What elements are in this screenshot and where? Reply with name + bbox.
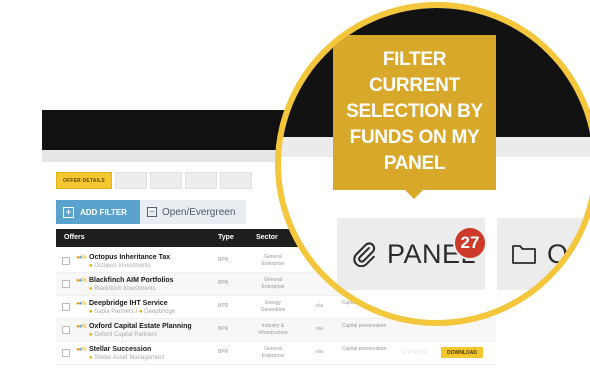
tooltip-line: SELECTION BY [346,101,483,122]
open-evergreen-label: Open/Evergreen [162,206,236,218]
folder-icon [512,245,536,264]
tooltip-line: FILTER [382,49,447,70]
offer-name[interactable]: Blackfinch AIM Portfolios [89,277,174,284]
status-dots-icon: ●●% [76,347,87,353]
offer-name[interactable]: Octopus Inheritance Tax [89,254,170,261]
offer-name[interactable]: Stellar Succession [89,346,151,353]
header-type[interactable]: Type [218,234,234,241]
add-filter-label: ADD FILTER [80,207,127,217]
open-evergreen-filter[interactable]: − Open/Evergreen [140,200,246,224]
offer-na: n/a [316,349,323,355]
offer-type: BPR [218,303,229,309]
download-button[interactable]: DOWNLOAD [441,347,483,358]
tooltip-arrow [404,189,424,199]
header-sector[interactable]: Sector [256,234,278,241]
tab-2[interactable] [115,172,147,189]
tab-3[interactable] [150,172,182,189]
magnified-view: FILTER CURRENT SELECTION BY FUNDS ON MY … [281,8,590,320]
plus-icon: + [63,206,74,218]
offer-sector: Industry & Infrastructure [258,323,288,336]
offer-sector: General Enterprise [261,346,285,359]
offer-manager: ● Stellar Asset Management [89,355,165,361]
offer-type: BPR [218,280,229,286]
add-filter-button[interactable]: + ADD FILTER [56,200,140,224]
offer-objective: Capital preservation [341,346,387,352]
tooltip-line: CURRENT [369,75,460,96]
offer-objective: Capital preservation [341,323,387,329]
filter-tooltip: FILTER CURRENT SELECTION BY FUNDS ON MY … [333,35,496,190]
offer-type: BPR [218,326,229,332]
offer-na: n/a [316,326,323,332]
header-offers[interactable]: Offers [64,234,85,241]
offer-manager: ● Oxford Capital Partners [89,332,157,338]
open-button-label: OP [547,238,588,269]
rating-stars[interactable]: ☆☆☆☆☆ [401,348,428,356]
table-row[interactable]: ●●% Stellar Succession ● Stellar Asset M… [56,342,496,365]
tooltip-line: PANEL [383,153,446,174]
row-checkbox[interactable] [62,326,70,334]
row-checkbox[interactable] [62,303,70,311]
offer-manager: ● Blackfinch Investments [89,286,156,292]
panel-count-badge: 27 [453,226,487,260]
status-dots-icon: ●●% [76,255,87,261]
minus-icon: − [147,207,157,217]
open-filter-button[interactable]: OP [497,218,590,290]
status-dots-icon: ●●% [76,324,87,330]
status-dots-icon: ●●% [76,301,87,307]
offer-name[interactable]: Deepbridge IHT Service [89,300,168,307]
offer-name[interactable]: Oxford Capital Estate Planning [89,323,192,330]
tab-4[interactable] [185,172,217,189]
offer-manager: ● Octopus Investments [89,263,151,269]
status-dots-icon: ●●% [76,278,87,284]
offer-tabs: OFFER DETAILS [56,172,252,189]
tab-5[interactable] [220,172,252,189]
offer-type: BPR [218,257,229,263]
row-checkbox[interactable] [62,349,70,357]
tab-offer-details[interactable]: OFFER DETAILS [56,172,112,189]
row-checkbox[interactable] [62,280,70,288]
filter-bar: + ADD FILTER − Open/Evergreen [56,200,246,224]
paperclip-icon [353,242,376,267]
row-checkbox[interactable] [62,257,70,265]
tooltip-line: FUNDS ON MY [349,127,480,148]
magnifier-callout: FILTER CURRENT SELECTION BY FUNDS ON MY … [275,2,590,326]
offer-manager: ● Sapia Partners / ● Deepbridge [89,309,176,315]
offer-type: BPR [218,349,229,355]
